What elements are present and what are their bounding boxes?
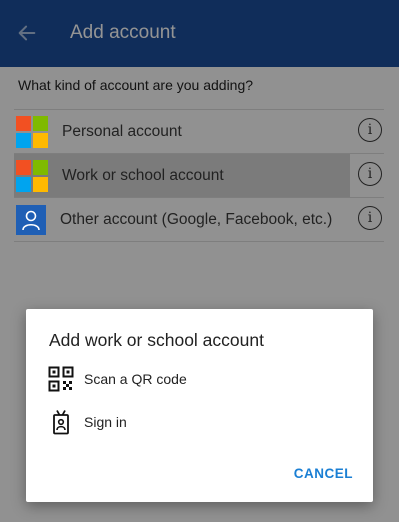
qr-code-icon xyxy=(48,366,74,392)
cancel-button[interactable]: CANCEL xyxy=(294,466,353,481)
account-row-label: Personal account xyxy=(62,122,182,140)
dialog-title: Add work or school account xyxy=(49,330,264,350)
scan-qr-code-option[interactable]: Scan a QR code xyxy=(48,366,187,392)
info-icon[interactable]: i xyxy=(358,118,382,142)
person-icon xyxy=(16,204,46,235)
account-row-label: Other account (Google, Facebook, etc.) xyxy=(60,210,333,228)
info-icon[interactable]: i xyxy=(358,206,382,230)
account-row-label: Work or school account xyxy=(62,166,224,184)
microsoft-logo-icon xyxy=(16,159,48,192)
badge-icon xyxy=(53,410,69,435)
option-label: Scan a QR code xyxy=(84,371,187,387)
info-icon[interactable]: i xyxy=(358,162,382,186)
sign-in-option[interactable]: Sign in xyxy=(48,409,127,435)
add-work-account-dialog: Add work or school account Scan a QR cod… xyxy=(26,309,373,502)
option-label: Sign in xyxy=(84,414,127,430)
microsoft-logo-icon xyxy=(16,115,48,148)
